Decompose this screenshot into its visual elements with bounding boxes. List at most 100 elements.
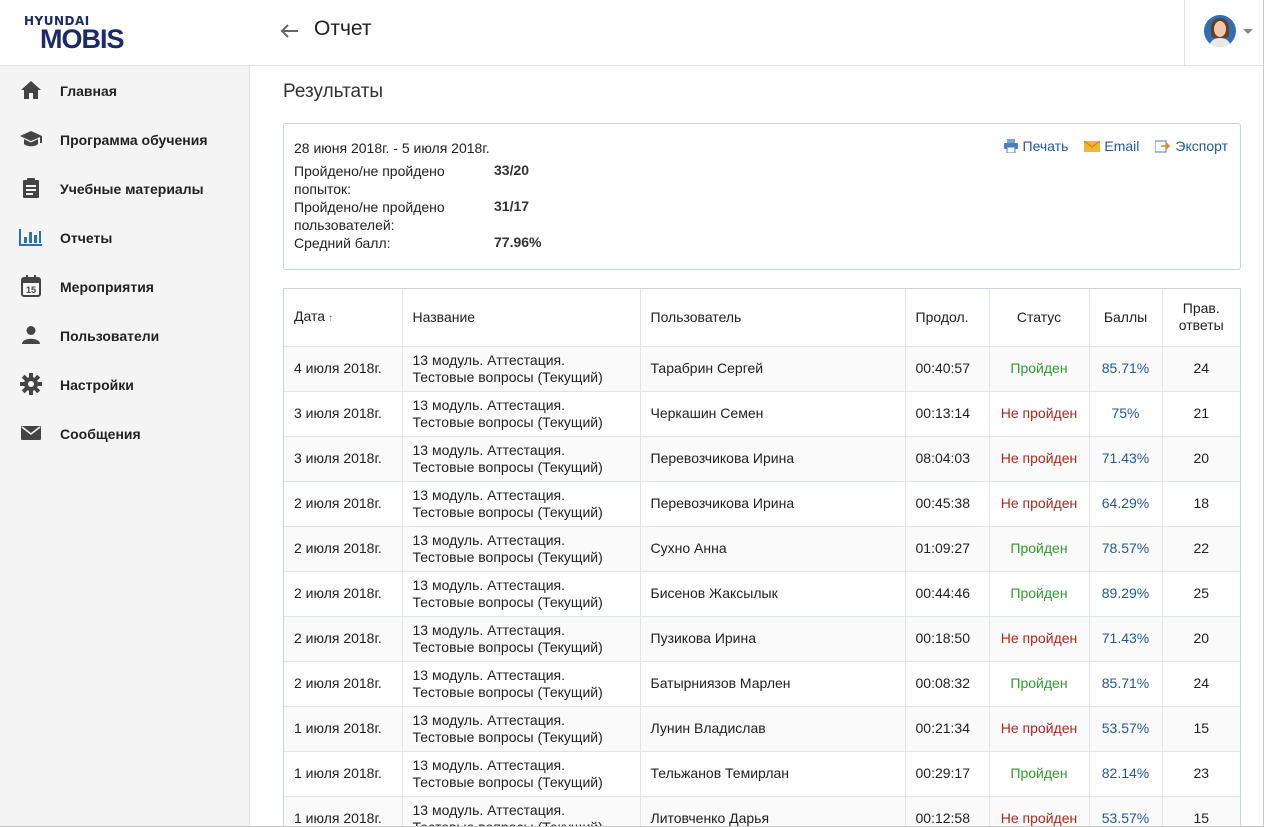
cell-correct: 23 (1162, 750, 1240, 796)
cell-name: 13 модуль. Аттестация. Тестовые вопросы … (402, 570, 641, 616)
envelope-icon (19, 421, 43, 445)
table-row[interactable]: 1 июля 2018г. 13 модуль. Аттестация. Тест… (284, 795, 1240, 826)
cell-date: 2 июля 2018г. (284, 480, 403, 526)
export-icon (1155, 140, 1171, 153)
cell-date: 2 июля 2018г. (284, 660, 403, 706)
cell-correct: 21 (1162, 390, 1240, 436)
cell-user: Пузикова Ирина (640, 615, 906, 661)
cell-user: Бисенов Жаксылык (640, 570, 906, 616)
table-row[interactable]: 1 июля 2018г. 13 модуль. Аттестация. Тест… (284, 705, 1240, 751)
sidebar-item-label: Главная (60, 82, 117, 99)
sidebar-item-users[interactable]: Пользователи (0, 311, 250, 360)
sidebar-item-label: Отчеты (60, 229, 113, 246)
sidebar-item-label: Настройки (60, 376, 134, 393)
cell-date: 4 июля 2018г. (284, 345, 403, 391)
cell-score: 64.29% (1089, 480, 1163, 526)
cell-status: Не пройден (989, 480, 1090, 526)
table-row[interactable]: 3 июля 2018г. 13 модуль. Аттестация. Тест… (284, 390, 1240, 436)
table-row[interactable]: 2 июля 2018г. 13 модуль. Аттестация. Тест… (284, 615, 1240, 661)
cell-user: Литовченко Дарья (640, 795, 906, 826)
summary-panel: 28 июня 2018г. - 5 июля 2018г. Пройдено/… (283, 123, 1241, 270)
sidebar-item-events[interactable]: 15 Мероприятия (0, 262, 250, 311)
column-header-correct[interactable]: Прав. ответы (1162, 289, 1240, 346)
cell-name: 13 модуль. Аттестация. Тестовые вопросы … (402, 435, 641, 481)
sidebar-nav: Главная Программа обучения Учебные матер… (0, 66, 250, 458)
sidebar-item-label: Сообщения (60, 425, 141, 442)
cell-score: 71.43% (1089, 615, 1163, 661)
user-icon (19, 323, 43, 347)
column-header-name[interactable]: Название (402, 289, 641, 346)
cell-date: 3 июля 2018г. (284, 390, 403, 436)
sidebar-item-training[interactable]: Программа обучения (0, 115, 250, 164)
user-menu[interactable] (1184, 0, 1263, 66)
cell-date: 2 июля 2018г. (284, 615, 403, 661)
table-row[interactable]: 2 июля 2018г. 13 модуль. Аттестация. Тест… (284, 570, 1240, 616)
sidebar-item-messages[interactable]: Сообщения (0, 409, 250, 458)
table-row[interactable]: 4 июля 2018г. 13 модуль. Аттестация. Тест… (284, 345, 1240, 391)
column-header-score[interactable]: Баллы (1089, 289, 1163, 346)
cell-score: 53.57% (1089, 705, 1163, 751)
export-label: Экспорт (1175, 138, 1228, 154)
table-row[interactable]: 1 июля 2018г. 13 модуль. Аттестация. Тест… (284, 750, 1240, 796)
logo-main-text: MOBIS (40, 24, 125, 54)
cell-name: 13 модуль. Аттестация. Тестовые вопросы … (402, 390, 641, 436)
cell-name: 13 модуль. Аттестация. Тестовые вопросы … (402, 750, 641, 796)
column-header-date[interactable]: Дата ↑ (284, 289, 403, 346)
column-header-status[interactable]: Статус (989, 289, 1090, 346)
cell-correct: 18 (1162, 480, 1240, 526)
cell-score: 85.71% (1089, 660, 1163, 706)
cell-status: Пройден (989, 660, 1090, 706)
sidebar-item-home[interactable]: Главная (0, 66, 250, 115)
cell-status: Пройден (989, 525, 1090, 571)
cell-user: Тарабрин Сергей (640, 345, 906, 391)
cell-score: 85.71% (1089, 345, 1163, 391)
table-row[interactable]: 3 июля 2018г. 13 модуль. Аттестация. Тест… (284, 435, 1240, 481)
sidebar-item-reports[interactable]: Отчеты (0, 213, 250, 262)
sidebar-item-label: Учебные материалы (60, 180, 204, 197)
svg-text:15: 15 (26, 285, 36, 295)
stat-value-attempts: 33/20 (494, 162, 530, 178)
sidebar: HYUNDAI MOBIS Главная Программа обучения (0, 0, 250, 826)
column-header-duration[interactable]: Продол. (905, 289, 990, 346)
mail-icon (1084, 140, 1101, 152)
cell-duration: 00:18:50 (905, 615, 990, 661)
cell-name: 13 модуль. Аттестация. Тестовые вопросы … (402, 615, 641, 661)
date-range: 28 июня 2018г. - 5 июля 2018г. (294, 140, 490, 156)
email-button[interactable]: Email (1084, 138, 1139, 154)
cell-score: 89.29% (1089, 570, 1163, 616)
cell-correct: 22 (1162, 525, 1240, 571)
stat-value-average: 77.96% (494, 234, 542, 250)
cell-date: 2 июля 2018г. (284, 525, 403, 571)
cell-name: 13 модуль. Аттестация. Тестовые вопросы … (402, 705, 641, 751)
table-row[interactable]: 2 июля 2018г. 13 модуль. Аттестация. Тест… (284, 660, 1240, 706)
main-content: Результаты 28 июня 2018г. - 5 июля 2018г… (263, 66, 1263, 826)
cell-correct: 15 (1162, 795, 1240, 826)
sidebar-item-label: Пользователи (60, 327, 160, 344)
sidebar-item-label: Программа обучения (60, 131, 208, 148)
logo[interactable]: HYUNDAI MOBIS (0, 0, 250, 66)
bar-chart-icon (19, 225, 43, 249)
export-button[interactable]: Экспорт (1155, 138, 1228, 154)
cell-duration: 01:09:27 (905, 525, 990, 571)
sidebar-item-materials[interactable]: Учебные материалы (0, 164, 250, 213)
cell-duration: 00:08:32 (905, 660, 990, 706)
table-row[interactable]: 2 июля 2018г. 13 модуль. Аттестация. Тест… (284, 480, 1240, 526)
cell-user: Сухно Анна (640, 525, 906, 571)
cell-status: Пройден (989, 345, 1090, 391)
cell-correct: 24 (1162, 345, 1240, 391)
print-button[interactable]: Печать (1003, 138, 1068, 154)
column-header-user[interactable]: Пользователь (640, 289, 906, 346)
cell-score: 75% (1089, 390, 1163, 436)
cell-correct: 20 (1162, 435, 1240, 481)
cell-status: Пройден (989, 750, 1090, 796)
cell-correct: 24 (1162, 660, 1240, 706)
chevron-down-icon (1243, 29, 1253, 34)
stat-label-average: Средний балл: (294, 235, 391, 251)
cell-correct: 20 (1162, 615, 1240, 661)
calendar-icon: 15 (19, 274, 43, 298)
sidebar-item-settings[interactable]: Настройки (0, 360, 250, 409)
section-title: Результаты (283, 81, 384, 102)
back-arrow-icon[interactable] (278, 19, 302, 43)
cell-status: Не пройден (989, 705, 1090, 751)
table-row[interactable]: 2 июля 2018г. 13 модуль. Аттестация. Тест… (284, 525, 1240, 571)
